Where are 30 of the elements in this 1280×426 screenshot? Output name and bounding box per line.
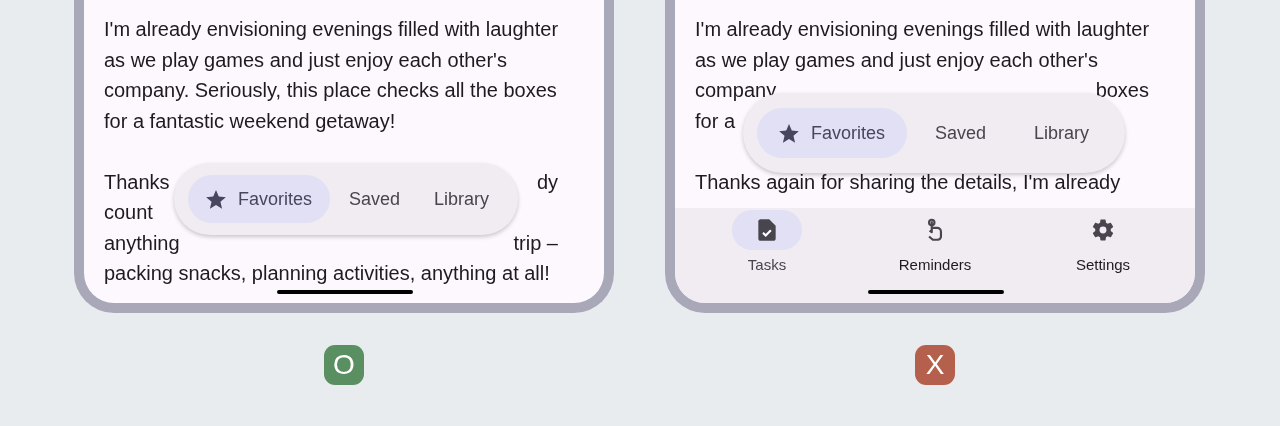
toolbar-tab[interactable]: Library [417,175,507,223]
toolbar-tab[interactable]: Saved [332,175,418,223]
body-text: for a fantastic weekend getaway! [104,108,396,134]
body-text: trip – [513,230,558,256]
verdict-badge: O [324,345,364,385]
star-icon [206,189,226,209]
body-text: I'm already envisioning evenings filled with laughter [695,17,1150,42]
body-text: as we play games and just enjoy each other's [695,47,1098,73]
verdict-badge: X [915,345,955,385]
body-text: dy [536,169,558,195]
body-text: boxes [1095,78,1149,103]
nav-item[interactable]: Settings [1023,210,1183,273]
toolbar-tab[interactable]: Library [1010,108,1114,158]
settings-icon [1090,217,1116,243]
nav-item[interactable]: Tasks [687,210,847,273]
body-text: packing snacks, planning activities, anything at all! [104,261,550,286]
body-text: anything [104,230,180,256]
toolbar-tab[interactable]: Saved [911,108,1011,158]
nav-item[interactable]: Reminders [855,210,1015,273]
body-text: I'm already envisioning evenings filled with laughter [104,17,559,42]
body-text: company [695,78,777,103]
body-text: count [104,200,153,225]
body-text: company. Seriously, this place checks all the boxes [104,78,557,103]
toolbar-tab[interactable]: Favorites [757,108,908,158]
body-text: for a [695,108,736,134]
body-text: Thanks [104,169,170,195]
body-text: Thanks again for sharing the details, I'm already [695,169,1121,195]
body-text: as we play games and just enjoy each other's [104,47,507,73]
star-icon [779,123,799,143]
toolbar-tab[interactable]: Favorites [188,175,331,223]
